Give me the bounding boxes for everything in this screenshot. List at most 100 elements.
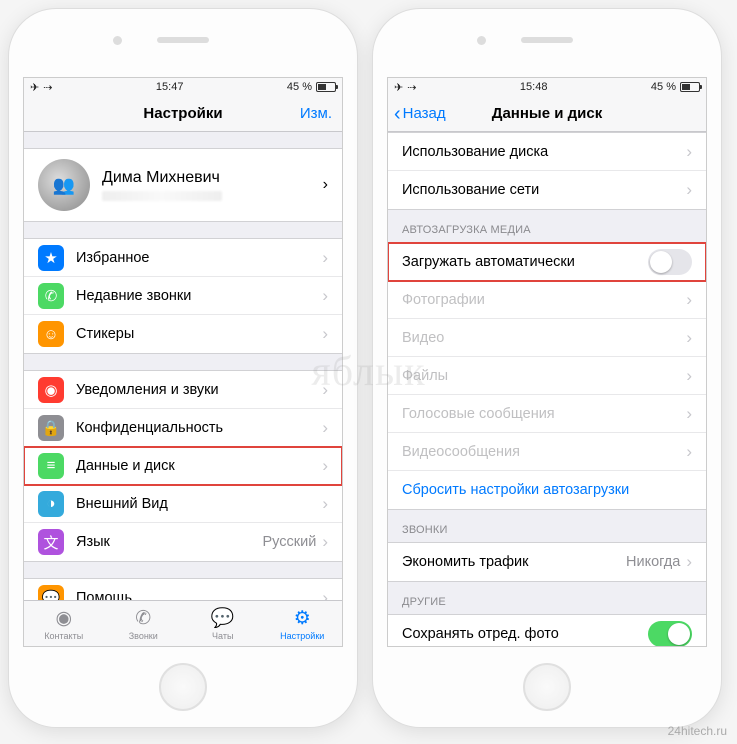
cell-label: Файлы (402, 368, 686, 384)
profile-name: Дима Михневич (102, 169, 311, 187)
battery-percent: 45 % (287, 81, 312, 93)
toggle-save-photo[interactable] (648, 621, 692, 646)
data-disk-content: Использование диска›Использование сети› … (388, 132, 706, 646)
status-time: 15:48 (520, 81, 548, 93)
chevron-right-icon: › (686, 404, 692, 424)
cell-label: Использование диска (402, 144, 686, 160)
profile-phone-blurred (102, 191, 222, 201)
cell-language[interactable]: 文 ЯзыкРусский › (24, 523, 342, 561)
toggle-auto-download[interactable] (648, 249, 692, 275)
cell-net-usage[interactable]: Использование сети› (388, 171, 706, 209)
avatar: 👥 (38, 159, 90, 211)
navbar: Настройки Изм. (24, 96, 342, 132)
recent-calls-icon: ✆ (38, 283, 64, 309)
tab-settings[interactable]: ⚙Настройки (263, 601, 343, 646)
phone-right: ✈︎ ⇢ 15:48 45 % ‹ Назад Данные и диск Ис… (372, 8, 722, 728)
navbar: ‹ Назад Данные и диск (388, 96, 706, 132)
tab-label: Настройки (280, 631, 324, 641)
cell-privacy[interactable]: 🔒 Конфиденциальность› (24, 409, 342, 447)
cell-disk-usage[interactable]: Использование диска› (388, 133, 706, 171)
cell-value: Никогда (626, 554, 680, 570)
cell-reset[interactable]: Сбросить настройки автозагрузки (388, 471, 706, 509)
cell-label: Стикеры (76, 326, 322, 342)
cell-label: Фотографии (402, 292, 686, 308)
profile-cell[interactable]: 👥 Дима Михневич › (24, 148, 342, 222)
status-bar: ✈︎ ⇢ 15:48 45 % (388, 78, 706, 96)
cell-label: Видеосообщения (402, 444, 686, 460)
cell-label: Экономить трафик (402, 554, 626, 570)
cell-save-data[interactable]: Экономить трафикНикогда› (388, 543, 706, 581)
status-bar: ✈︎ ⇢ 15:47 45 % (24, 78, 342, 96)
battery-icon (680, 82, 700, 92)
chevron-right-icon: › (322, 456, 328, 476)
cell-notifications[interactable]: ◉ Уведомления и звуки› (24, 371, 342, 409)
tab-chats[interactable]: 💬Чаты (183, 601, 263, 646)
cell-label: Данные и диск (76, 458, 322, 474)
cell-label: Язык (76, 534, 263, 550)
cell-value: Русский (263, 534, 317, 550)
wifi-icon: ⇢ (407, 81, 416, 94)
chevron-right-icon: › (323, 176, 328, 194)
cell-videomsg: Видеосообщения› (388, 433, 706, 471)
airplane-icon: ✈︎ (394, 81, 403, 94)
cell-recent-calls[interactable]: ✆Недавние звонки› (24, 277, 342, 315)
notifications-icon: ◉ (38, 377, 64, 403)
chevron-right-icon: › (322, 494, 328, 514)
contacts-tab-icon: ◉ (55, 607, 72, 630)
chevron-right-icon: › (322, 380, 328, 400)
chevron-right-icon: › (686, 366, 692, 386)
airplane-icon: ✈︎ (30, 81, 39, 94)
cell-voice: Голосовые сообщения› (388, 395, 706, 433)
screen-data-disk: ✈︎ ⇢ 15:48 45 % ‹ Назад Данные и диск Ис… (387, 77, 707, 647)
cell-label: Сохранять отред. фото (402, 626, 648, 642)
cell-label: Уведомления и звуки (76, 382, 322, 398)
cell-stickers[interactable]: ☺Стикеры› (24, 315, 342, 353)
cell-data-disk[interactable]: ≡ Данные и диск› (24, 447, 342, 485)
cell-label: Сбросить настройки автозагрузки (402, 482, 692, 498)
tab-bar: ◉Контакты✆Звонки💬Чаты⚙Настройки (24, 600, 342, 646)
cell-label: Загружать автоматически (402, 254, 648, 270)
chevron-right-icon: › (322, 532, 328, 552)
section-header-calls: ЗВОНКИ (388, 510, 706, 542)
cell-save-photo[interactable]: Сохранять отред. фото (388, 615, 706, 646)
battery-icon (316, 82, 336, 92)
language-icon: 文 (38, 529, 64, 555)
cell-label: Голосовые сообщения (402, 406, 686, 422)
status-time: 15:47 (156, 81, 184, 93)
settings-content: 👥 Дима Михневич › ★Избранное›✆Недавние з… (24, 132, 342, 646)
screen-settings: ✈︎ ⇢ 15:47 45 % Настройки Изм. 👥 Дима (23, 77, 343, 647)
cell-auto-download[interactable]: Загружать автоматически (388, 243, 706, 281)
chevron-right-icon: › (686, 180, 692, 200)
cell-appearance[interactable]: ◑Внешний Вид› (24, 485, 342, 523)
home-button[interactable] (159, 663, 207, 711)
chevron-right-icon: › (322, 248, 328, 268)
chevron-right-icon: › (686, 142, 692, 162)
edit-button[interactable]: Изм. (300, 105, 332, 122)
chevron-left-icon: ‹ (394, 104, 401, 124)
appearance-icon: ◑ (38, 491, 64, 517)
tab-calls[interactable]: ✆Звонки (104, 601, 184, 646)
home-button[interactable] (523, 663, 571, 711)
settings-tab-icon: ⚙ (294, 607, 311, 630)
cell-label: Избранное (76, 250, 322, 266)
section-header-other: ДРУГИЕ (388, 582, 706, 614)
chevron-right-icon: › (322, 418, 328, 438)
tab-contacts[interactable]: ◉Контакты (24, 601, 104, 646)
nav-title: Настройки (143, 105, 222, 122)
chevron-right-icon: › (686, 442, 692, 462)
calls-tab-icon: ✆ (135, 607, 151, 630)
back-button[interactable]: ‹ Назад (394, 104, 446, 124)
stickers-icon: ☺ (38, 321, 64, 347)
privacy-icon: 🔒 (38, 415, 64, 441)
data-disk-icon: ≡ (38, 453, 64, 479)
cell-label: Конфиденциальность (76, 420, 322, 436)
battery-percent: 45 % (651, 81, 676, 93)
tab-label: Контакты (44, 631, 83, 641)
cell-files: Файлы› (388, 357, 706, 395)
tab-label: Чаты (212, 631, 233, 641)
credit-text: 24hitech.ru (668, 724, 727, 738)
nav-title: Данные и диск (492, 105, 602, 122)
cell-favorites[interactable]: ★Избранное› (24, 239, 342, 277)
cell-label: Видео (402, 330, 686, 346)
wifi-icon: ⇢ (43, 81, 52, 94)
